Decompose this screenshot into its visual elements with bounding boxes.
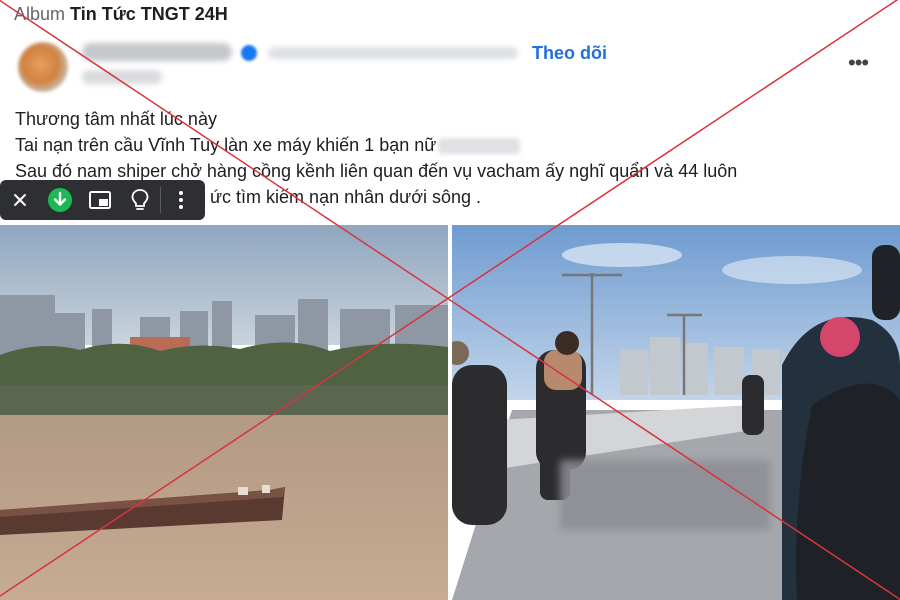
- album-title[interactable]: Album Tin Tức TNGT 24H: [14, 4, 228, 25]
- album-name[interactable]: Tin Tức TNGT 24H: [70, 4, 228, 24]
- more-vertical-icon[interactable]: [161, 180, 201, 220]
- post-line: Thương tâm nhất lúc này: [15, 109, 217, 129]
- avatar[interactable]: [18, 42, 68, 92]
- post-line: Tai nạn trên cầu Vĩnh Tuy làn xe máy khi…: [15, 132, 737, 158]
- river-barge-photo[interactable]: [0, 225, 448, 600]
- download-icon[interactable]: [40, 180, 80, 220]
- lightbulb-icon[interactable]: [120, 180, 160, 220]
- blurred-author-extra: [268, 47, 518, 59]
- blurred-post-meta: [82, 70, 162, 84]
- blurred-author-name: [82, 43, 232, 61]
- follow-button[interactable]: Theo dõi: [532, 43, 607, 64]
- verified-badge-icon: [241, 45, 257, 61]
- photo-grid: [0, 225, 900, 600]
- floating-toolbar: [0, 180, 205, 220]
- more-options-icon[interactable]: •••: [848, 50, 869, 76]
- close-icon[interactable]: [0, 180, 40, 220]
- redacted-text: [438, 138, 521, 155]
- bridge-accident-photo[interactable]: [452, 225, 900, 600]
- picture-in-picture-icon[interactable]: [80, 180, 120, 220]
